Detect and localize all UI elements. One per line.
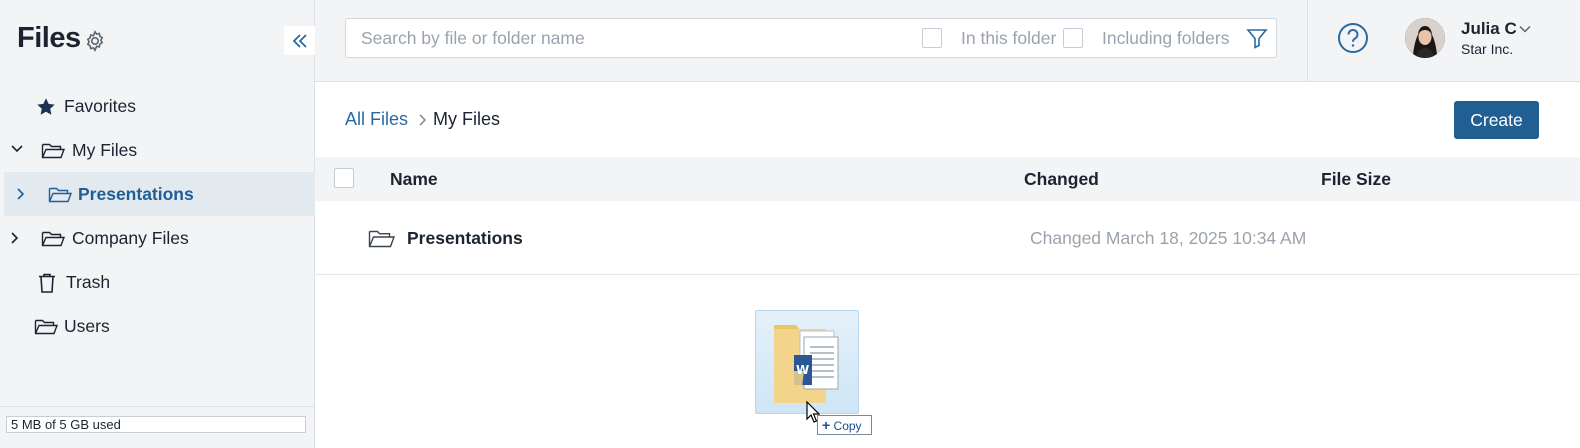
user-photo <box>1405 18 1445 58</box>
avatar[interactable] <box>1405 18 1445 58</box>
sidebar-item-label: Presentations <box>78 183 194 204</box>
sidebar-item-label: Favorites <box>64 95 136 116</box>
user-name[interactable]: Julia C <box>1461 19 1517 39</box>
storage-usage: 5 MB of 5 GB used <box>6 416 306 433</box>
word-badge-label: W <box>796 363 810 377</box>
select-all-checkbox[interactable] <box>334 168 354 188</box>
folder-icon <box>41 231 66 247</box>
sidebar-item-presentations[interactable]: Presentations <box>4 172 315 216</box>
search-input[interactable] <box>361 19 901 57</box>
folder-tree: Favorites My Files Presentations Company… <box>0 84 315 348</box>
star-icon <box>37 98 55 115</box>
divider <box>1307 0 1308 82</box>
sidebar-item-label: Users <box>64 315 110 336</box>
chevron-right-icon[interactable] <box>13 186 29 202</box>
sidebar-item-company-files[interactable]: Company Files <box>0 216 315 260</box>
gear-icon[interactable] <box>83 29 107 53</box>
including-folders-checkbox[interactable] <box>1063 28 1083 48</box>
trash-icon <box>39 273 55 293</box>
plus-icon: + <box>822 417 831 433</box>
app-title: Files <box>17 22 81 54</box>
collapse-sidebar-button[interactable] <box>284 26 315 55</box>
sidebar-item-label: Trash <box>66 271 111 292</box>
drag-copy-tooltip: + Copy <box>817 415 872 435</box>
folder-icon <box>368 230 396 248</box>
user-organization: Star Inc. <box>1461 41 1514 57</box>
folder-icon <box>41 143 66 159</box>
file-changed-date: Changed March 18, 2025 10:34 AM <box>1030 228 1307 248</box>
table-header: Name Changed File Size <box>315 157 1580 201</box>
sidebar: Files Favorites My Files Presentations C… <box>0 0 315 448</box>
file-name[interactable]: Presentations <box>407 228 523 249</box>
double-chevron-left-icon <box>292 33 307 48</box>
in-this-folder-checkbox[interactable] <box>922 28 942 48</box>
column-header-changed[interactable]: Changed <box>1024 169 1099 190</box>
sidebar-item-label: Company Files <box>72 227 189 248</box>
sidebar-item-my-files[interactable]: My Files <box>0 128 315 172</box>
create-button[interactable]: Create <box>1454 101 1539 139</box>
folder-icon <box>48 187 73 203</box>
copy-label: Copy <box>833 419 862 433</box>
chevron-right-icon[interactable] <box>7 230 23 246</box>
table-row[interactable]: Presentations Changed March 18, 2025 10:… <box>315 201 1580 275</box>
main-content: All Files My Files Create Name Changed F… <box>315 82 1580 448</box>
column-header-size[interactable]: File Size <box>1321 169 1391 190</box>
chevron-down-icon[interactable] <box>9 141 25 157</box>
sidebar-item-users[interactable]: Users <box>0 304 315 348</box>
folder-icon <box>34 319 59 335</box>
breadcrumb-root-link[interactable]: All Files <box>345 109 408 130</box>
sidebar-item-trash[interactable]: Trash <box>0 260 315 304</box>
chevron-down-icon[interactable] <box>1518 23 1532 35</box>
including-folders-label: Including folders <box>1102 28 1230 48</box>
divider <box>0 406 315 407</box>
drag-preview: W <box>755 310 859 414</box>
breadcrumb-current: My Files <box>433 109 500 129</box>
sidebar-item-label: My Files <box>72 139 138 160</box>
filter-icon[interactable] <box>1246 27 1268 49</box>
sidebar-header: Files <box>0 0 315 82</box>
help-icon[interactable] <box>1337 22 1369 54</box>
chevron-right-icon <box>419 114 427 126</box>
search-box: In this folder Including folders <box>345 18 1277 58</box>
top-bar: In this folder Including folders Julia C… <box>315 0 1580 82</box>
column-header-name[interactable]: Name <box>390 169 438 190</box>
in-this-folder-label: In this folder <box>961 28 1057 48</box>
sidebar-item-favorites[interactable]: Favorites <box>0 84 315 128</box>
